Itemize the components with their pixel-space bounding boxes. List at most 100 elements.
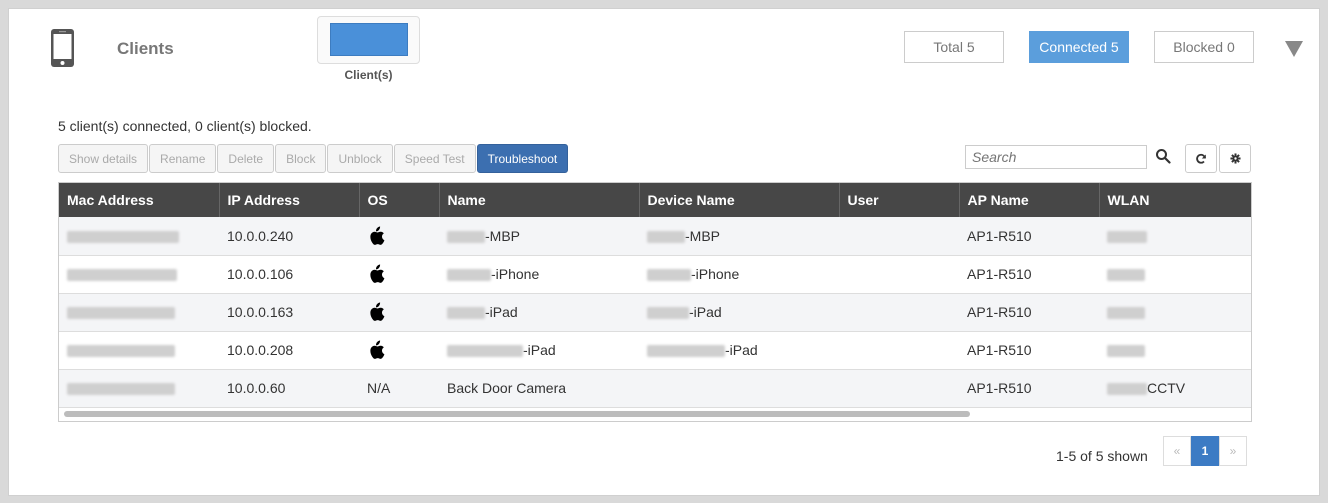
device-name-cell <box>639 369 839 408</box>
prev-page-button[interactable]: « <box>1163 436 1191 466</box>
name-text: Back Door Camera <box>447 380 567 396</box>
table-row[interactable]: 10.0.0.208 -iPad -iPad AP1-R510 <box>59 331 1251 370</box>
horizontal-scrollbar[interactable] <box>64 411 970 417</box>
user-cell <box>839 369 959 408</box>
redacted-wlan <box>1107 269 1145 282</box>
name-cell: -iPad <box>439 293 639 332</box>
refresh-button[interactable] <box>1185 144 1217 173</box>
user-cell <box>839 331 959 370</box>
user-cell <box>839 293 959 332</box>
redacted-wlan <box>1107 345 1145 358</box>
device-name-cell: -iPhone <box>639 255 839 294</box>
filter-total-button[interactable]: Total 5 <box>904 31 1004 63</box>
column-header-name[interactable]: Name <box>439 183 640 217</box>
clients-mini-chart[interactable] <box>317 16 420 64</box>
column-header-os[interactable]: OS <box>359 183 440 217</box>
wlan-cell: CCTV <box>1099 369 1251 408</box>
pagination: « 1 » <box>1163 436 1247 466</box>
wlan-cell <box>1099 255 1251 294</box>
os-cell <box>359 331 439 370</box>
mac-cell <box>59 369 219 408</box>
collapse-triangle-icon[interactable] <box>1285 41 1303 57</box>
os-cell: N/A <box>359 369 439 408</box>
redacted-name <box>447 307 485 320</box>
page-1-button[interactable]: 1 <box>1191 436 1219 466</box>
redacted-name <box>447 345 523 358</box>
wlan-cell <box>1099 217 1251 256</box>
refresh-icon <box>1196 153 1206 164</box>
column-header-ip[interactable]: IP Address <box>219 183 360 217</box>
redacted-mac <box>67 345 175 358</box>
redacted-device-name <box>647 269 691 282</box>
os-cell <box>359 293 439 332</box>
search-icon[interactable] <box>1155 148 1171 164</box>
wlan-text: CCTV <box>1147 380 1186 396</box>
name-cell: Back Door Camera <box>439 369 639 408</box>
settings-button[interactable] <box>1219 144 1251 173</box>
redacted-mac <box>67 307 175 320</box>
device-name-text: -iPad <box>725 342 758 358</box>
client-summary: 5 client(s) connected, 0 client(s) block… <box>58 118 312 134</box>
ap-name-cell: AP1-R510 <box>959 331 1099 370</box>
ap-name-cell: AP1-R510 <box>959 255 1099 294</box>
apple-icon <box>370 264 385 283</box>
ip-cell: 10.0.0.60 <box>219 369 359 408</box>
show-details-button[interactable]: Show details <box>58 144 149 173</box>
table-header-row: Mac Address IP Address OS Name Device Na… <box>59 183 1251 217</box>
clients-panel: Clients Client(s) Total 5 Connected 5 Bl… <box>8 8 1320 496</box>
block-button[interactable]: Block <box>275 144 327 173</box>
mac-cell <box>59 255 219 294</box>
client-toolbar: Show details Rename Delete Block Unblock… <box>58 144 569 173</box>
redacted-mac <box>67 269 177 282</box>
search-input[interactable] <box>965 145 1147 169</box>
redacted-wlan <box>1107 307 1145 320</box>
column-header-user[interactable]: User <box>839 183 960 217</box>
unblock-button[interactable]: Unblock <box>327 144 393 173</box>
rename-button[interactable]: Rename <box>149 144 217 173</box>
column-header-ap-name[interactable]: AP Name <box>959 183 1100 217</box>
mac-cell <box>59 331 219 370</box>
filter-blocked-button[interactable]: Blocked 0 <box>1154 31 1254 63</box>
apple-icon <box>370 302 385 321</box>
redacted-name <box>447 269 491 282</box>
wlan-cell <box>1099 331 1251 370</box>
name-text: -iPad <box>523 342 556 358</box>
name-cell: -MBP <box>439 217 639 256</box>
os-cell <box>359 255 439 294</box>
redacted-device-name <box>647 345 725 358</box>
troubleshoot-button[interactable]: Troubleshoot <box>476 144 569 173</box>
filter-connected-button[interactable]: Connected 5 <box>1029 31 1129 63</box>
chart-label: Client(s) <box>344 68 393 82</box>
user-cell <box>839 217 959 256</box>
smartphone-icon <box>51 29 74 67</box>
page-title: Clients <box>117 39 174 58</box>
ip-cell: 10.0.0.106 <box>219 255 359 294</box>
apple-icon <box>370 340 385 359</box>
name-cell: -iPhone <box>439 255 639 294</box>
table-row[interactable]: 10.0.0.60 N/A Back Door Camera AP1-R510 CCTV <box>59 369 1251 408</box>
ip-cell: 10.0.0.208 <box>219 331 359 370</box>
table-row[interactable]: 10.0.0.240 -MBP -MBP AP1-R510 <box>59 217 1251 256</box>
gear-icon <box>1229 153 1241 164</box>
clients-table: Mac Address IP Address OS Name Device Na… <box>58 182 1252 422</box>
device-name-cell: -iPad <box>639 293 839 332</box>
redacted-device-name <box>647 307 689 320</box>
next-page-button[interactable]: » <box>1219 436 1247 466</box>
apple-icon <box>370 226 385 245</box>
table-row[interactable]: 10.0.0.106 -iPhone -iPhone AP1-R510 <box>59 255 1251 294</box>
pagination-summary: 1-5 of 5 shown <box>1056 448 1148 464</box>
redacted-mac <box>67 231 179 244</box>
speed-test-button[interactable]: Speed Test <box>393 144 476 173</box>
column-header-device-name[interactable]: Device Name <box>639 183 840 217</box>
column-header-mac[interactable]: Mac Address <box>59 183 220 217</box>
redacted-wlan <box>1107 383 1147 396</box>
delete-button[interactable]: Delete <box>217 144 275 173</box>
table-row[interactable]: 10.0.0.163 -iPad -iPad AP1-R510 <box>59 293 1251 332</box>
device-name-text: -iPad <box>689 304 722 320</box>
mac-cell <box>59 293 219 332</box>
ip-cell: 10.0.0.240 <box>219 217 359 256</box>
name-text: -MBP <box>485 227 520 244</box>
name-cell: -iPad <box>439 331 639 370</box>
column-header-wlan[interactable]: WLAN <box>1099 183 1251 217</box>
ap-name-cell: AP1-R510 <box>959 369 1099 408</box>
